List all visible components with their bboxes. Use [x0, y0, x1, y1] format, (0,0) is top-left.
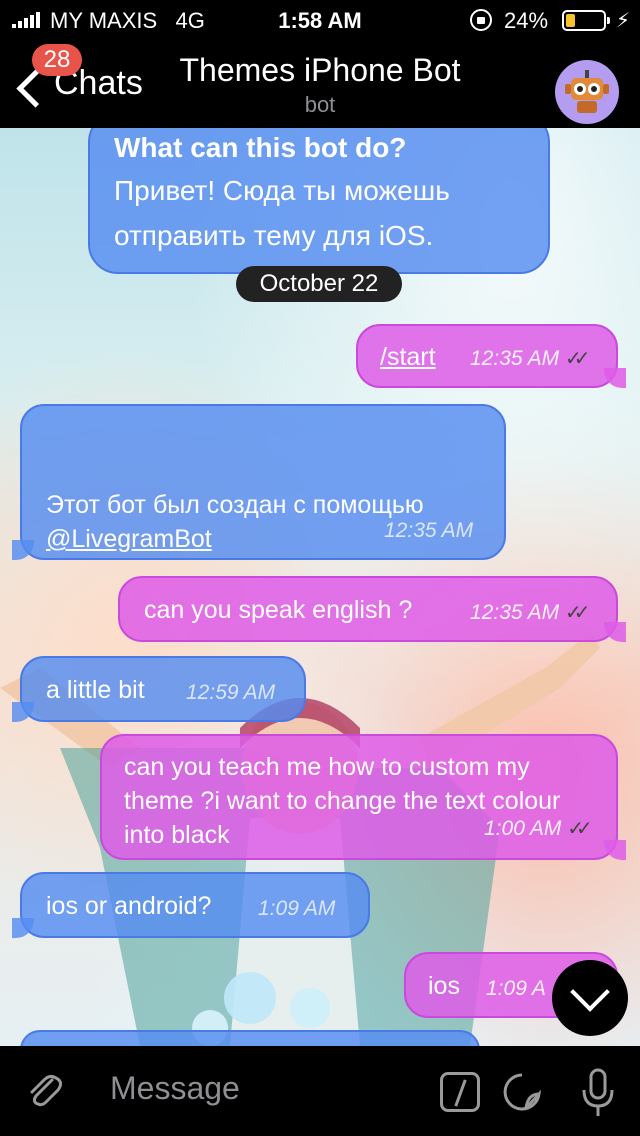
read-checkmarks-icon: ✓✓ [567, 818, 592, 840]
status-bar: MY MAXIS 4G 1:58 AM 24% ⚡ [0, 0, 640, 40]
message-time: 12:35 AM [384, 519, 474, 542]
incoming-message[interactable]: Этот бот был создан с помощью @LivegramB… [12, 404, 506, 560]
battery-icon [562, 10, 610, 31]
message-text: can you speak english ? [144, 596, 413, 624]
message-composer [0, 1046, 640, 1136]
message-time: 1:09 AM [258, 897, 336, 920]
message-time: 12:35 AM ✓✓ [470, 596, 590, 630]
incoming-message[interactable]: ios or android? 1:09 AM [12, 872, 370, 938]
message-time: 12:35 AM ✓✓ [470, 342, 590, 376]
outgoing-message[interactable]: can you speak english ? 12:35 AM ✓✓ [118, 576, 626, 642]
message-list[interactable]: What can this bot do? Привет! Сюда ты мо… [0, 128, 640, 1046]
sticker-icon[interactable] [502, 1072, 542, 1112]
chat-title[interactable]: Themes iPhone Bot [100, 52, 540, 89]
battery-percent: 24% [504, 8, 549, 33]
message-input[interactable] [110, 1070, 410, 1107]
orientation-lock-icon [470, 9, 492, 31]
mention-link[interactable]: @LivegramBot [46, 525, 212, 553]
incoming-message[interactable] [20, 1030, 480, 1046]
charging-bolt-icon: ⚡ [616, 10, 631, 32]
message-text: ios [428, 972, 460, 1000]
bot-intro-bubble: What can this bot do? Привет! Сюда ты мо… [88, 128, 550, 274]
bot-intro-text: Привет! Сюда ты можешь отправить тему дл… [114, 175, 450, 251]
unread-badge: 28 [32, 44, 82, 76]
incoming-message[interactable]: a little bit 12:59 AM [12, 656, 306, 722]
robot-icon [565, 70, 609, 113]
message-time: 1:09 A [486, 977, 546, 1000]
command-link[interactable]: /start [380, 343, 436, 371]
bot-avatar[interactable] [555, 60, 619, 124]
read-checkmarks-icon: ✓✓ [564, 348, 590, 370]
scroll-to-bottom-button[interactable] [552, 960, 628, 1036]
bot-intro-title: What can this bot do? [114, 132, 407, 163]
message-text: a little bit [46, 676, 145, 704]
read-checkmarks-icon: ✓✓ [564, 602, 590, 624]
microphone-icon[interactable] [580, 1068, 616, 1118]
outgoing-message[interactable]: /start 12:35 AM ✓✓ [356, 324, 626, 388]
bot-commands-icon[interactable] [440, 1072, 480, 1112]
outgoing-message[interactable]: can you teach me how to custom my theme … [100, 734, 626, 860]
attachment-paperclip-icon[interactable] [22, 1070, 66, 1114]
message-text: ios or android? [46, 892, 212, 920]
date-separator: October 22 [236, 266, 402, 302]
chat-subtitle: bot [304, 92, 336, 117]
message-time: 12:59 AM [186, 681, 276, 704]
message-time: 1:00 AM ✓✓ [484, 812, 593, 846]
chat-header: Chats 28 Themes iPhone Bot bot [0, 40, 640, 128]
